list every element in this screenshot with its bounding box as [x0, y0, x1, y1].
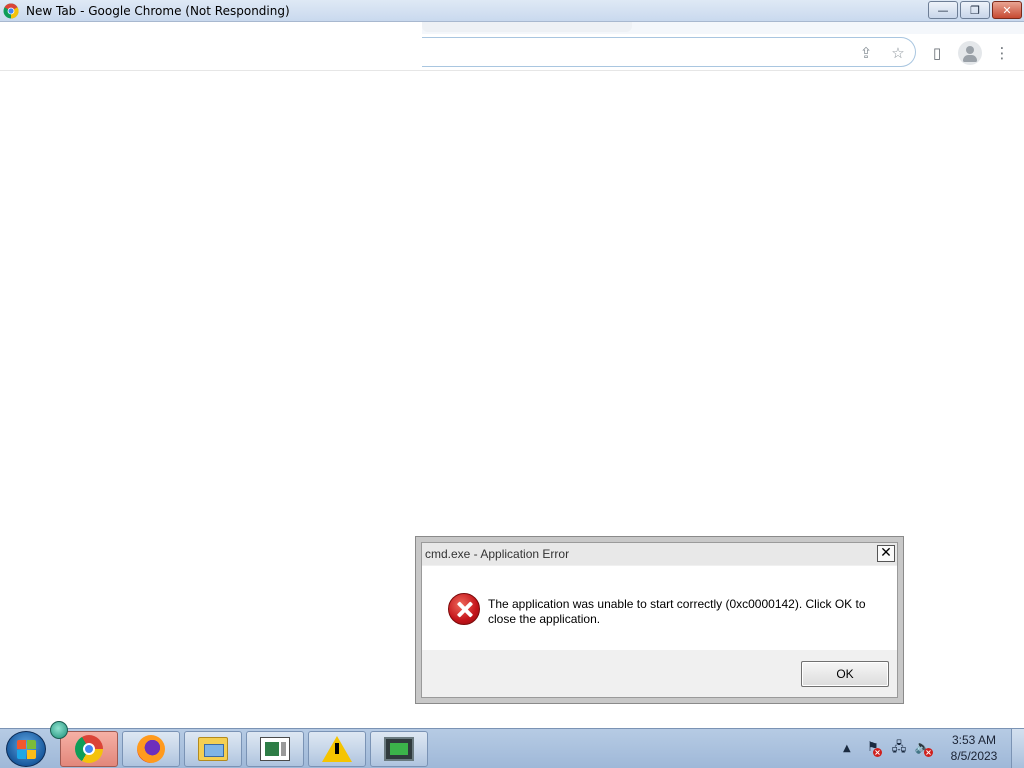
- window-titlebar[interactable]: New Tab - Google Chrome (Not Responding)…: [0, 0, 1024, 22]
- start-button[interactable]: [6, 731, 46, 767]
- taskbar-item-chrome[interactable]: [60, 731, 118, 767]
- show-desktop-button[interactable]: [1011, 729, 1024, 768]
- kebab-menu-icon[interactable]: ⋮: [992, 43, 1012, 63]
- clock-time: 3:53 AM: [951, 733, 997, 747]
- bookmark-star-icon[interactable]: ☆: [889, 44, 907, 62]
- taskbar-item-file-explorer[interactable]: [184, 731, 242, 767]
- dialog-footer: OK: [422, 650, 897, 697]
- window-controls: — ❐ ✕: [926, 1, 1022, 19]
- chrome-icon: [3, 2, 19, 19]
- warning-icon: [322, 736, 352, 762]
- taskbar-item-firefox[interactable]: [122, 731, 180, 767]
- dialog-title: cmd.exe - Application Error: [425, 547, 570, 561]
- dialog-frame: cmd.exe - Application Error ✕ The applic…: [421, 542, 898, 698]
- ok-button[interactable]: OK: [801, 661, 889, 687]
- folder-icon: [198, 737, 228, 761]
- action-center-flag-icon[interactable]: ⚑ ×: [864, 739, 882, 757]
- dialog-message: The application was unable to start corr…: [488, 597, 866, 626]
- dialog-close-button[interactable]: ✕: [877, 545, 895, 562]
- taskbar-item-news-app[interactable]: [246, 731, 304, 767]
- maximize-button[interactable]: ❐: [960, 1, 990, 19]
- windows-logo-icon: [17, 740, 26, 749]
- chrome-icon: [75, 735, 103, 763]
- taskbar-item-monitor-app[interactable]: [370, 731, 428, 767]
- monitor-icon: [384, 737, 414, 761]
- clock-date: 8/5/2023: [950, 749, 998, 763]
- volume-muted-icon[interactable]: 🔈 ×: [914, 739, 933, 757]
- close-button[interactable]: ✕: [992, 1, 1022, 19]
- minimize-button[interactable]: —: [928, 1, 958, 19]
- taskbar-item-warning-app[interactable]: [308, 731, 366, 767]
- network-icon[interactable]: 🖧: [890, 739, 908, 757]
- notification-badge-icon: [50, 721, 68, 739]
- error-icon: [448, 593, 480, 625]
- window-title: New Tab - Google Chrome (Not Responding): [26, 3, 290, 18]
- share-icon[interactable]: ⇪: [857, 44, 875, 62]
- desktop: New Tab - Google Chrome (Not Responding)…: [0, 0, 1024, 768]
- system-clock[interactable]: 3:53 AM 8/5/2023: [943, 732, 1005, 764]
- address-bar[interactable]: [422, 37, 916, 67]
- dialog-titlebar[interactable]: cmd.exe - Application Error ✕: [422, 543, 897, 565]
- profile-icon[interactable]: [958, 41, 982, 65]
- firefox-icon: [137, 735, 165, 763]
- show-hidden-icons-button[interactable]: ▲: [843, 743, 851, 754]
- error-dialog: cmd.exe - Application Error ✕ The applic…: [415, 536, 904, 704]
- news-icon: [260, 737, 290, 761]
- toolbar-divider: [0, 70, 1024, 71]
- side-panel-icon[interactable]: ▯: [927, 43, 947, 63]
- dialog-body: The application was unable to start corr…: [422, 566, 897, 650]
- tab-new-tab[interactable]: [422, 22, 632, 32]
